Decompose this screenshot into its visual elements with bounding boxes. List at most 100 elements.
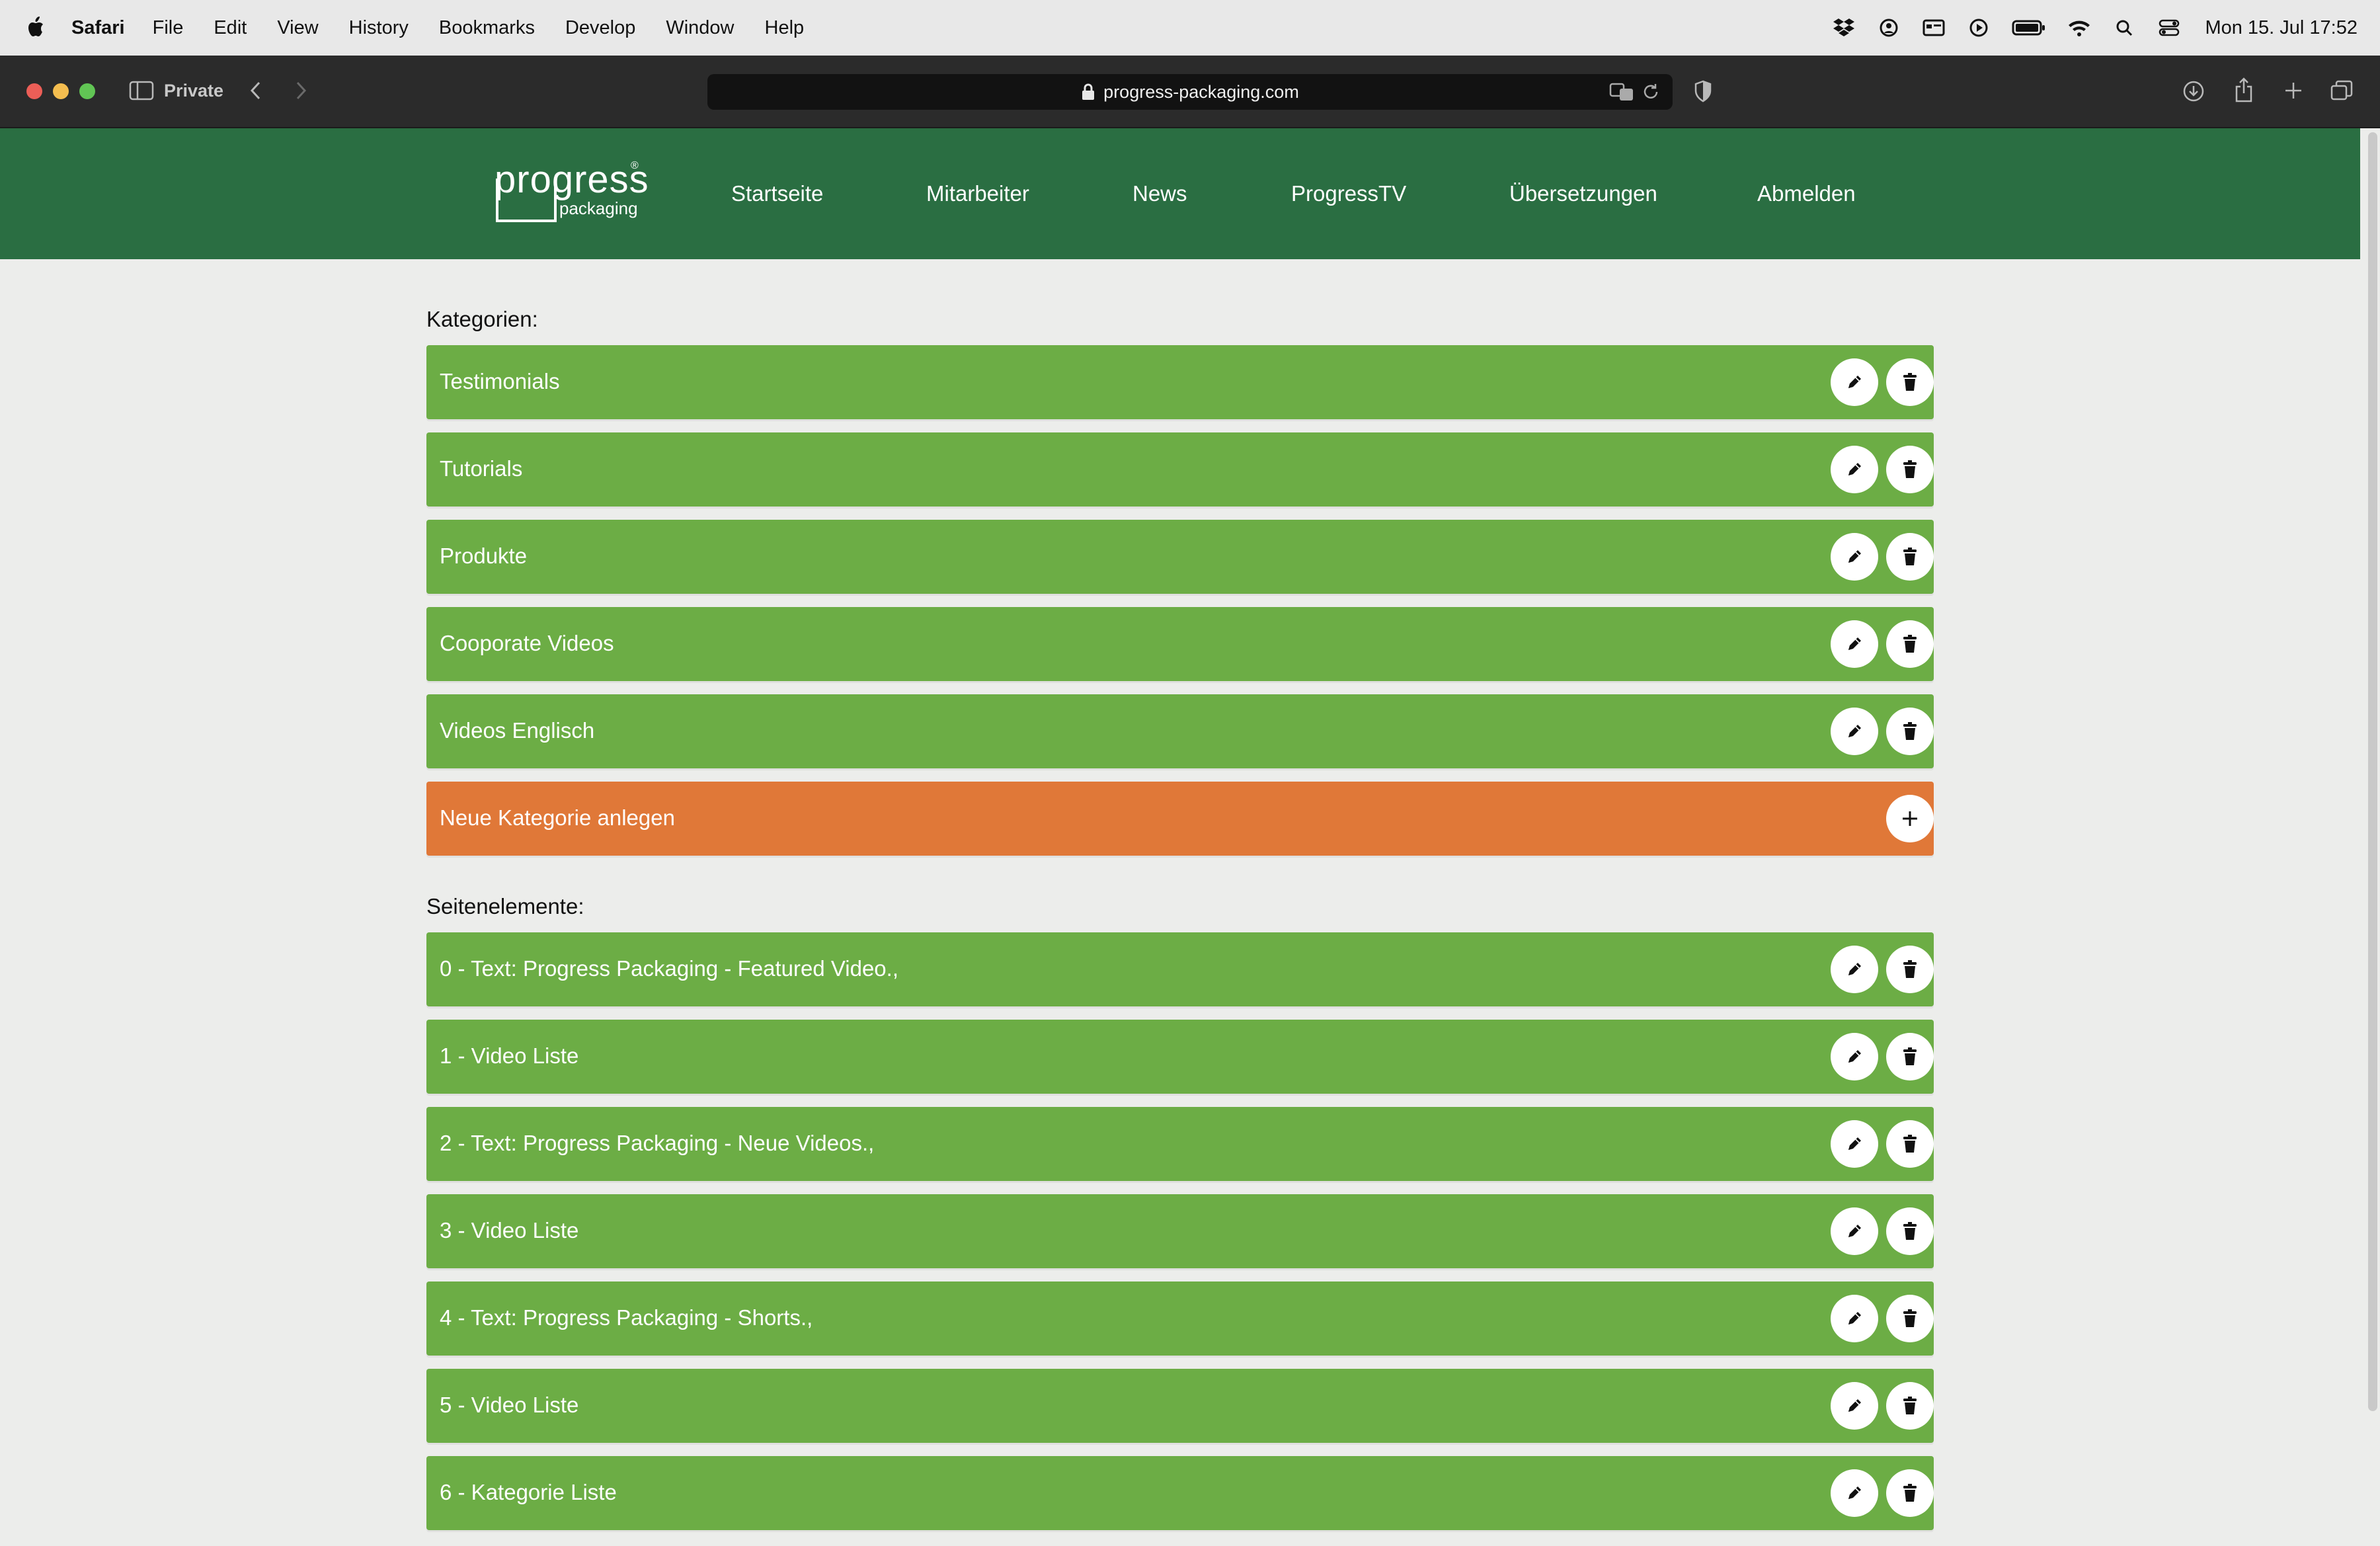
tab-overview-icon[interactable] (2330, 79, 2354, 102)
nav-news[interactable]: News (1132, 181, 1187, 206)
page-element-row[interactable]: 0 - Text: Progress Packaging - Featured … (426, 932, 1934, 1006)
delete-button[interactable] (1886, 358, 1934, 406)
reload-icon[interactable] (1641, 82, 1661, 102)
edit-button[interactable] (1831, 708, 1878, 755)
menu-bookmarks[interactable]: Bookmarks (439, 17, 535, 39)
delete-button[interactable] (1886, 1469, 1934, 1517)
page-element-label: 1 - Video Liste (440, 1043, 579, 1068)
downloads-icon[interactable] (2182, 79, 2205, 103)
close-window-button[interactable] (26, 83, 42, 99)
user-circle-icon[interactable] (1877, 16, 1901, 40)
menu-help[interactable]: Help (765, 17, 805, 39)
category-row[interactable]: Testimonials (426, 345, 1934, 419)
edit-button[interactable] (1831, 620, 1878, 668)
category-label: Produkte (440, 544, 528, 568)
address-bar-actions (1609, 82, 1661, 102)
category-label: Cooporate Videos (440, 631, 614, 655)
delete-button[interactable] (1886, 1033, 1934, 1080)
battery-icon[interactable] (2012, 16, 2046, 40)
delete-button[interactable] (1886, 1207, 1934, 1255)
elements-title: Seitenelemente: (426, 894, 584, 918)
new-tab-icon[interactable] (2282, 79, 2305, 102)
forward-icon[interactable] (291, 79, 311, 102)
minimize-window-button[interactable] (53, 83, 69, 99)
delete-button[interactable] (1886, 533, 1934, 581)
pencil-icon (1844, 1134, 1864, 1154)
page-element-label: 4 - Text: Progress Packaging - Shorts., (440, 1305, 813, 1330)
clock[interactable]: Mon 15. Jul 17:52 (2205, 17, 2358, 39)
private-label: Private (164, 81, 224, 101)
delete-button[interactable] (1886, 708, 1934, 755)
menu-view[interactable]: View (277, 17, 318, 39)
delete-button[interactable] (1886, 446, 1934, 493)
menu-window[interactable]: Window (666, 17, 734, 39)
url-text[interactable]: progress-packaging.com (1103, 82, 1299, 102)
privacy-shield-icon[interactable] (1692, 79, 1714, 103)
edit-button[interactable] (1831, 358, 1878, 406)
menu-develop[interactable]: Develop (565, 17, 635, 39)
translate-icon[interactable] (1609, 82, 1636, 102)
delete-button[interactable] (1886, 1382, 1934, 1430)
sidebar-icon[interactable] (128, 79, 155, 102)
web-page: progress packaging ® Startseite Mitarbei… (0, 128, 2360, 1546)
nav-mitarbeiter[interactable]: Mitarbeiter (926, 181, 1029, 206)
play-icon[interactable] (1967, 16, 1991, 40)
trash-icon (1901, 1221, 1919, 1241)
nav-uebersetzungen[interactable]: Übersetzungen (1509, 181, 1657, 206)
nav-abmelden[interactable]: Abmelden (1757, 181, 1856, 206)
edit-button[interactable] (1831, 1207, 1878, 1255)
category-row[interactable]: Cooporate Videos (426, 607, 1934, 681)
menu-edit[interactable]: Edit (214, 17, 247, 39)
page-element-row[interactable]: 2 - Text: Progress Packaging - Neue Vide… (426, 1107, 1934, 1181)
edit-button[interactable] (1831, 1033, 1878, 1080)
wifi-icon[interactable] (2067, 16, 2091, 40)
menu-file[interactable]: File (153, 17, 184, 39)
admin-content: Kategorien: Testimonials Tutorials Produkt… (426, 259, 1934, 1543)
delete-button[interactable] (1886, 1120, 1934, 1168)
edit-button[interactable] (1831, 1382, 1878, 1430)
add-category-label: Neue Kategorie anlegen (440, 805, 675, 830)
page-scrollbar[interactable] (2368, 132, 2377, 1411)
edit-button[interactable] (1831, 1295, 1878, 1342)
edit-button[interactable] (1831, 1120, 1878, 1168)
page-element-row[interactable]: 3 - Video Liste (426, 1194, 1934, 1268)
page-element-row[interactable]: 6 - Kategorie Liste (426, 1456, 1934, 1530)
share-icon[interactable] (2232, 77, 2256, 103)
pencil-icon (1844, 1396, 1864, 1416)
categories-title: Kategorien: (426, 307, 538, 331)
edit-button[interactable] (1831, 946, 1878, 993)
card-icon[interactable] (1922, 16, 1946, 40)
category-row[interactable]: Videos Englisch (426, 694, 1934, 768)
edit-button[interactable] (1831, 1469, 1878, 1517)
zoom-window-button[interactable] (79, 83, 95, 99)
page-element-row[interactable]: 5 - Video Liste (426, 1369, 1934, 1443)
search-icon[interactable] (2112, 16, 2136, 40)
category-row[interactable]: Produkte (426, 520, 1934, 594)
dropbox-icon[interactable] (1832, 16, 1856, 40)
address-bar[interactable]: progress-packaging.com (707, 74, 1673, 110)
menu-history[interactable]: History (349, 17, 409, 39)
nav-progresstv[interactable]: ProgressTV (1291, 181, 1406, 206)
category-label: Testimonials (440, 369, 560, 393)
safari-window: Private progress-packaging.com progress … (0, 56, 2380, 1546)
nav-startseite[interactable]: Startseite (731, 181, 823, 206)
trash-icon (1901, 547, 1919, 567)
menu-app-safari[interactable]: Safari (71, 17, 125, 39)
edit-button[interactable] (1831, 533, 1878, 581)
back-icon[interactable] (246, 79, 266, 102)
control-center-icon[interactable] (2157, 16, 2181, 40)
delete-button[interactable] (1886, 620, 1934, 668)
delete-button[interactable] (1886, 946, 1934, 993)
add-category-button[interactable] (1886, 795, 1934, 842)
page-element-label: 2 - Text: Progress Packaging - Neue Vide… (440, 1131, 875, 1155)
category-row[interactable]: Tutorials (426, 432, 1934, 507)
category-label: Tutorials (440, 456, 523, 481)
add-category-row[interactable]: Neue Kategorie anlegen (426, 782, 1934, 856)
page-element-list: 0 - Text: Progress Packaging - Featured … (426, 932, 1934, 1530)
pencil-icon (1844, 1221, 1864, 1241)
edit-button[interactable] (1831, 446, 1878, 493)
delete-button[interactable] (1886, 1295, 1934, 1342)
page-element-row[interactable]: 1 - Video Liste (426, 1020, 1934, 1094)
apple-logo-icon[interactable] (25, 15, 48, 40)
page-element-row[interactable]: 4 - Text: Progress Packaging - Shorts., (426, 1282, 1934, 1356)
